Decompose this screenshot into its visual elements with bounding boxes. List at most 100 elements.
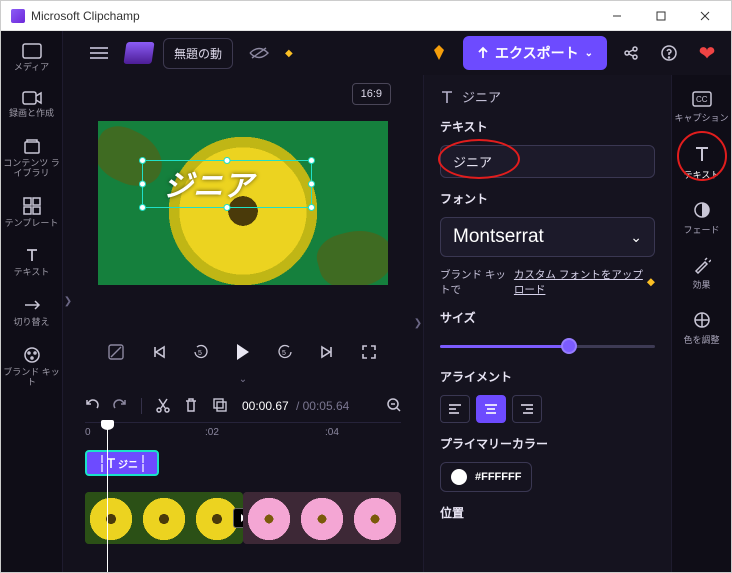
undo-icon[interactable] <box>85 398 99 415</box>
sidebar-item-media[interactable]: メディア <box>1 35 63 83</box>
app-logo-icon <box>11 9 25 23</box>
project-title-input[interactable]: 無題の動 <box>163 38 233 69</box>
export-button[interactable]: エクスポート ⌄ <box>463 36 607 70</box>
resize-handle[interactable] <box>139 204 146 211</box>
minimize-button[interactable] <box>595 2 639 30</box>
video-track[interactable] <box>85 492 401 544</box>
forward-5-icon[interactable]: 5 <box>274 341 296 363</box>
transition-badge-icon[interactable] <box>233 508 243 528</box>
video-clip[interactable] <box>85 492 243 544</box>
align-left-button[interactable] <box>440 395 470 423</box>
clip-thumb <box>348 492 401 544</box>
redo-icon[interactable] <box>113 398 127 415</box>
size-slider[interactable] <box>440 336 655 356</box>
sidebar-label: ブランド キット <box>3 368 61 388</box>
resize-handle[interactable] <box>223 157 230 164</box>
sidebar-item-record[interactable]: 録画と作成 <box>1 83 63 129</box>
split-icon[interactable] <box>156 397 170 416</box>
align-center-button[interactable] <box>476 395 506 423</box>
font-value: Montserrat <box>453 226 544 248</box>
skip-start-icon[interactable] <box>148 341 170 363</box>
right-tab-fade[interactable]: フェード <box>672 191 732 246</box>
playhead[interactable] <box>107 422 108 572</box>
right-tab-captions[interactable]: CC キャプション <box>672 81 732 134</box>
upgrade-diamond-icon[interactable] <box>425 39 453 67</box>
clip-thumb <box>138 492 191 544</box>
text-clip[interactable]: ジニ <box>85 450 159 476</box>
clip-grip-right[interactable] <box>140 455 145 472</box>
maximize-button[interactable] <box>639 2 683 30</box>
favorite-heart-icon[interactable]: ❤ <box>693 39 721 67</box>
text-value-input[interactable] <box>440 145 655 178</box>
zoom-out-icon[interactable] <box>387 398 401 415</box>
resize-handle[interactable] <box>308 157 315 164</box>
resize-handle[interactable] <box>308 204 315 211</box>
svg-text:CC: CC <box>696 95 708 104</box>
help-icon[interactable] <box>655 39 683 67</box>
preview-decor <box>168 136 318 285</box>
sidebar-item-templates[interactable]: テンプレート <box>1 189 63 239</box>
duplicate-icon[interactable] <box>212 397 228 416</box>
selection-box[interactable] <box>142 160 312 208</box>
chevron-down-icon: ⌄ <box>630 229 642 246</box>
video-clip[interactable] <box>243 492 401 544</box>
premium-diamond-icon: ◆ <box>647 276 655 288</box>
font-upload-note[interactable]: ブランド キットでカスタム フォントをアップロード ◆ <box>440 267 655 297</box>
left-sidebar: メディア 録画と作成 コンテンツ ライブラリ テンプレート テキスト 切り替え <box>1 31 63 572</box>
upload-link[interactable]: カスタム フォントをアップロード <box>514 267 643 297</box>
properties-panel: ジニア テキスト フォント Montserrat ⌄ ブランド キットでカスタム… <box>423 75 671 572</box>
right-tab-color[interactable]: 色を調整 <box>672 301 732 356</box>
clip-thumb <box>243 492 296 544</box>
resize-handle[interactable] <box>139 180 146 187</box>
right-tab-label: 色を調整 <box>683 333 719 346</box>
font-section-label: フォント <box>440 190 655 207</box>
timeline-toolbar: 00:00.67 / 00:05.64 <box>73 390 413 422</box>
sidebar-item-text[interactable]: テキスト <box>1 238 63 288</box>
rewind-5-icon[interactable]: 5 <box>190 341 212 363</box>
timeline[interactable]: 0 :02 :04 ジニ <box>73 422 413 572</box>
sidebar-item-library[interactable]: コンテンツ ライブラリ <box>1 129 63 189</box>
svg-text:5: 5 <box>282 350 286 357</box>
resize-handle[interactable] <box>308 180 315 187</box>
mute-toggle-icon[interactable] <box>106 341 128 363</box>
delete-icon[interactable] <box>184 397 198 416</box>
close-button[interactable] <box>683 2 727 30</box>
text-track[interactable]: ジニ <box>85 444 401 486</box>
play-button[interactable] <box>232 341 254 363</box>
sidebar-item-transitions[interactable]: 切り替え <box>1 288 63 338</box>
share-icon[interactable] <box>617 39 645 67</box>
right-tab-effects[interactable]: 効果 <box>672 246 732 301</box>
visibility-toggle-icon[interactable] <box>243 37 275 69</box>
clip-thumb <box>296 492 349 544</box>
align-right-button[interactable] <box>512 395 542 423</box>
preview-decor <box>312 222 388 285</box>
transport-controls: 5 5 <box>73 330 413 374</box>
right-tab-text[interactable]: テキスト <box>672 134 732 191</box>
left-expand-chevron-icon[interactable]: ❯ <box>63 31 73 572</box>
resize-handle[interactable] <box>223 204 230 211</box>
fullscreen-icon[interactable] <box>358 341 380 363</box>
sidebar-label: 切り替え <box>13 318 49 328</box>
aspect-ratio-badge[interactable]: 16:9 <box>352 83 391 105</box>
preview-canvas[interactable]: ジニア <box>98 121 388 285</box>
right-tab-label: 効果 <box>692 278 710 291</box>
sidebar-item-brandkit[interactable]: ブランド キット <box>1 338 63 398</box>
time-duration: 00:05.64 <box>303 399 350 413</box>
font-select[interactable]: Montserrat ⌄ <box>440 217 655 257</box>
resize-handle[interactable] <box>139 157 146 164</box>
skip-end-icon[interactable] <box>316 341 338 363</box>
collapse-chevron-icon[interactable]: ⌄ <box>73 374 413 390</box>
slider-knob[interactable] <box>561 338 577 354</box>
right-tab-label: キャプション <box>674 111 728 124</box>
crumb-text: ジニア <box>462 87 501 106</box>
text-section-label: テキスト <box>440 118 655 135</box>
menu-button[interactable] <box>83 37 115 69</box>
color-swatch-icon <box>451 469 467 485</box>
time-current: 00:00.67 <box>242 399 289 413</box>
primary-color-chip[interactable]: #FFFFFF <box>440 462 532 492</box>
clip-grip-left[interactable] <box>99 455 104 472</box>
clipchamp-logo-icon <box>123 42 154 64</box>
props-expand-chevron-icon[interactable]: ❯ <box>413 75 423 572</box>
sidebar-label: コンテンツ ライブラリ <box>3 159 61 179</box>
timeline-ruler[interactable]: 0 :02 :04 <box>85 422 401 444</box>
